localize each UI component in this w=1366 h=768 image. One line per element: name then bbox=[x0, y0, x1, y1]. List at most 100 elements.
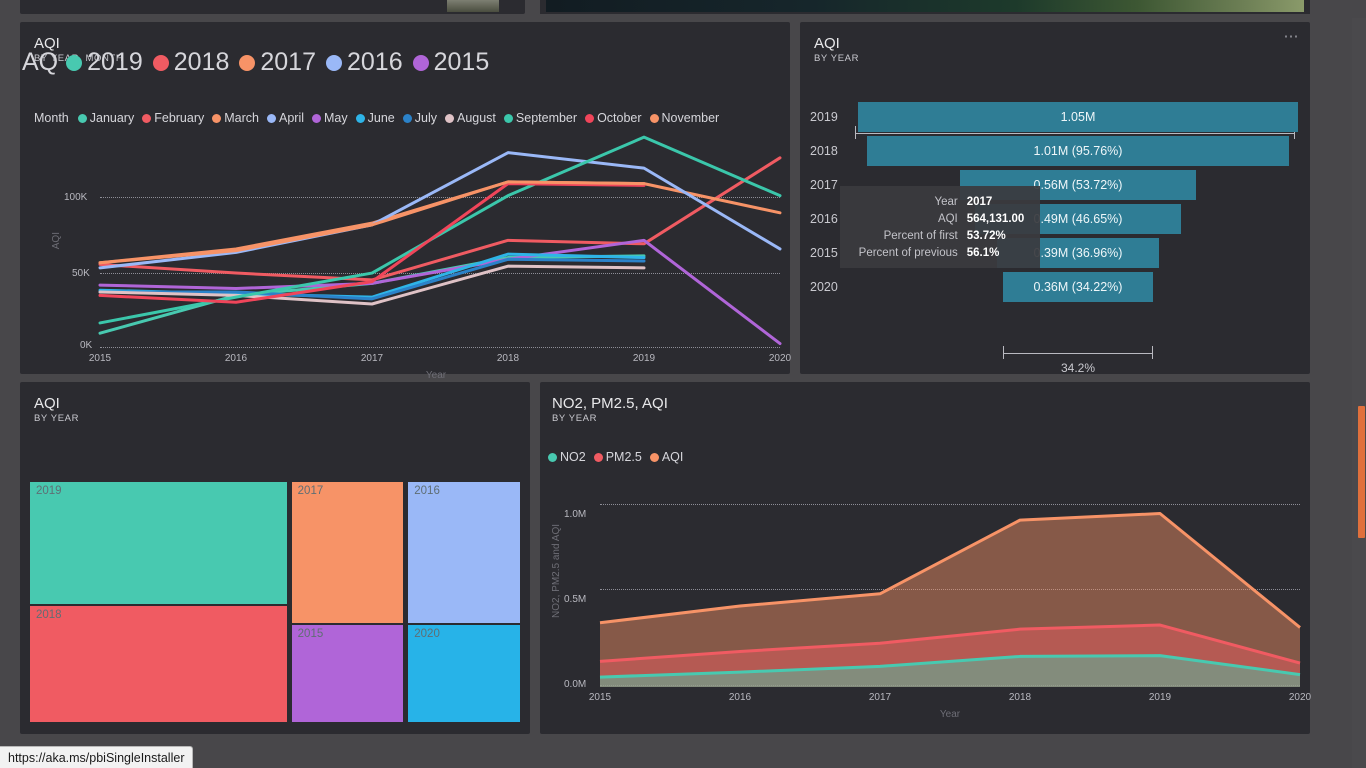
legend-item-june[interactable]: June bbox=[355, 111, 395, 125]
legend-dot-icon bbox=[444, 113, 454, 123]
legend-label: February bbox=[154, 111, 205, 125]
treemap-cell-label: 2020 bbox=[414, 628, 440, 641]
legend-item-october[interactable]: October bbox=[585, 111, 642, 125]
legend-item-november[interactable]: November bbox=[649, 111, 720, 125]
treemap-legend[interactable]: AQ 2019 2018 2017 2016 2015 bbox=[22, 48, 499, 77]
bottom-measure-label: 34.2% bbox=[1060, 361, 1095, 375]
treemap-cell-label: 2017 bbox=[297, 485, 324, 497]
line-series-february[interactable] bbox=[98, 156, 782, 282]
treemap-cell-2015[interactable]: 2015 bbox=[291, 625, 404, 722]
line-x-tick-2016: 2016 bbox=[224, 353, 248, 364]
legend-dot-icon bbox=[355, 113, 365, 123]
funnel-bar[interactable]: 1.05M bbox=[858, 102, 1298, 132]
y-tick-0k: 0K bbox=[80, 340, 93, 351]
funnel-bar[interactable]: 0.36M (34.22%) bbox=[1002, 272, 1154, 302]
treemap-cell-label: 2016 bbox=[414, 485, 440, 497]
vertical-scrollbar-thumb[interactable] bbox=[1358, 406, 1365, 538]
legend-dot-icon bbox=[649, 452, 659, 462]
treemap-legend-item-2016[interactable]: 2016 bbox=[326, 48, 403, 77]
funnel-bar[interactable]: 1.01M (95.76%) bbox=[867, 136, 1289, 166]
area-y-tick-00m: 0.0M bbox=[564, 679, 587, 690]
line-x-tick-2019: 2019 bbox=[632, 353, 656, 364]
funnel-bar-value: 1.01M (95.76%) bbox=[1033, 144, 1123, 158]
treemap-legend-item-2015[interactable]: 2015 bbox=[412, 48, 489, 77]
treemap-legend-item-2018[interactable]: 2018 bbox=[152, 48, 230, 77]
legend-label: May bbox=[324, 111, 348, 125]
funnel-row[interactable]: 2020 0.36M (34.22%) bbox=[800, 270, 1310, 304]
treemap-legend-item-2017[interactable]: 2017 bbox=[239, 48, 316, 77]
funnel-category-label: 2018 bbox=[810, 144, 838, 158]
treemap-cell-2016[interactable]: 2016 bbox=[408, 482, 520, 623]
legend-item-september[interactable]: September bbox=[503, 111, 577, 125]
treemap-legend-item-2019[interactable]: 2019 bbox=[66, 48, 143, 77]
treemap-legend-title: AQ bbox=[22, 48, 59, 76]
legend-dot-icon bbox=[402, 113, 412, 123]
funnel-row[interactable]: 2019 1.05M bbox=[800, 100, 1310, 134]
legend-label: November bbox=[661, 111, 720, 125]
funnel-row[interactable]: 2018 1.01M (95.76%) bbox=[800, 134, 1310, 168]
treemap-cell-2019[interactable]: 2019 bbox=[30, 482, 287, 604]
legend-title: Month bbox=[34, 111, 69, 125]
area-x-tick-2016: 2016 bbox=[728, 692, 752, 703]
status-bar-link[interactable]: https://aka.ms/pbiSingleInstaller bbox=[8, 751, 184, 765]
area-legend-item-aqi[interactable]: AQI bbox=[649, 450, 683, 464]
line-x-tick-2018: 2018 bbox=[496, 353, 520, 364]
area-x-tick-2015: 2015 bbox=[588, 692, 612, 703]
legend-item-february[interactable]: February bbox=[142, 111, 204, 125]
funnel-category-label: 2019 bbox=[810, 110, 838, 124]
treemap-cell-label: 2015 bbox=[297, 628, 324, 641]
treemap-cell-2020[interactable]: 2020 bbox=[408, 625, 520, 722]
legend-dot-icon bbox=[152, 54, 169, 71]
legend-dot-icon bbox=[267, 113, 276, 123]
legend-label: 2019 bbox=[87, 48, 143, 76]
status-bar: https://aka.ms/pbiSingleInstaller bbox=[0, 746, 194, 768]
line-chart-legend[interactable]: Month January February March April May June Ju… bbox=[34, 111, 724, 125]
area-y-axis-title: NO2, PM2.5 and AQI bbox=[551, 524, 562, 618]
legend-item-january[interactable]: January bbox=[77, 111, 135, 125]
tooltip-key: Percent of previous bbox=[858, 247, 958, 259]
line-chart-plot-area bbox=[98, 132, 782, 348]
tooltip-value: 2017 bbox=[966, 196, 993, 208]
tooltip-row: AQI 564,131.00 bbox=[848, 211, 1030, 228]
area-legend-item-pm2.5[interactable]: PM2.5 bbox=[593, 450, 642, 464]
legend-dot-icon bbox=[649, 113, 659, 123]
legend-label: January bbox=[89, 111, 135, 125]
legend-item-august[interactable]: August bbox=[444, 111, 496, 125]
partial-card-right[interactable] bbox=[540, 0, 1310, 14]
line-x-tick-2020: 2020 bbox=[768, 353, 792, 364]
area-x-tick-2019: 2019 bbox=[1148, 692, 1172, 703]
area-chart-legend[interactable]: NO2 PM2.5 AQI bbox=[548, 450, 688, 464]
partial-card-left[interactable] bbox=[20, 0, 525, 14]
legend-dot-icon bbox=[593, 452, 603, 462]
legend-label: 2018 bbox=[173, 48, 230, 76]
area-chart-title: NO2, PM2.5, AQI bbox=[552, 395, 668, 412]
legend-dot-icon bbox=[239, 54, 256, 71]
treemap-plot-area[interactable]: 2019 2018 2017 2016 2015 2020 bbox=[30, 482, 520, 722]
funnel-chart-tooltip: Year 2017 AQI 564,131.00 Percent of first 53.… bbox=[840, 186, 1040, 268]
ellipsis-icon[interactable]: ⋯ bbox=[1284, 29, 1301, 44]
line-series-april[interactable] bbox=[98, 151, 782, 270]
funnel-bar-value: 0.39M (36.96%) bbox=[1033, 246, 1123, 260]
treemap-cell-2018[interactable]: 2018 bbox=[30, 606, 287, 722]
area-chart-subtitle: BY YEAR bbox=[552, 413, 598, 424]
vertical-scrollbar-track[interactable] bbox=[1352, 18, 1366, 768]
area-y-tick-05m: 0.5M bbox=[564, 594, 587, 605]
line-x-tick-2015: 2015 bbox=[88, 353, 112, 364]
legend-dot-icon bbox=[66, 54, 83, 71]
funnel-chart-subtitle: BY YEAR bbox=[814, 53, 860, 64]
legend-item-may[interactable]: May bbox=[312, 111, 348, 125]
tooltip-key: Year bbox=[934, 196, 958, 208]
area-chart-svg bbox=[599, 512, 1301, 687]
legend-item-march[interactable]: March bbox=[212, 111, 259, 125]
legend-dot-icon bbox=[326, 54, 342, 71]
area-x-tick-2017: 2017 bbox=[868, 692, 892, 703]
treemap-title: AQI bbox=[34, 395, 60, 412]
tooltip-value: 53.72% bbox=[966, 230, 1006, 242]
tooltip-key: Percent of first bbox=[883, 230, 958, 242]
y-tick-50k: 50K bbox=[72, 268, 90, 279]
legend-item-april[interactable]: April bbox=[267, 111, 304, 125]
area-legend-item-no2[interactable]: NO2 bbox=[548, 450, 586, 464]
legend-item-july[interactable]: July bbox=[402, 111, 437, 125]
treemap-cell-2017[interactable]: 2017 bbox=[291, 482, 404, 623]
partial-photo-image bbox=[546, 0, 1304, 12]
